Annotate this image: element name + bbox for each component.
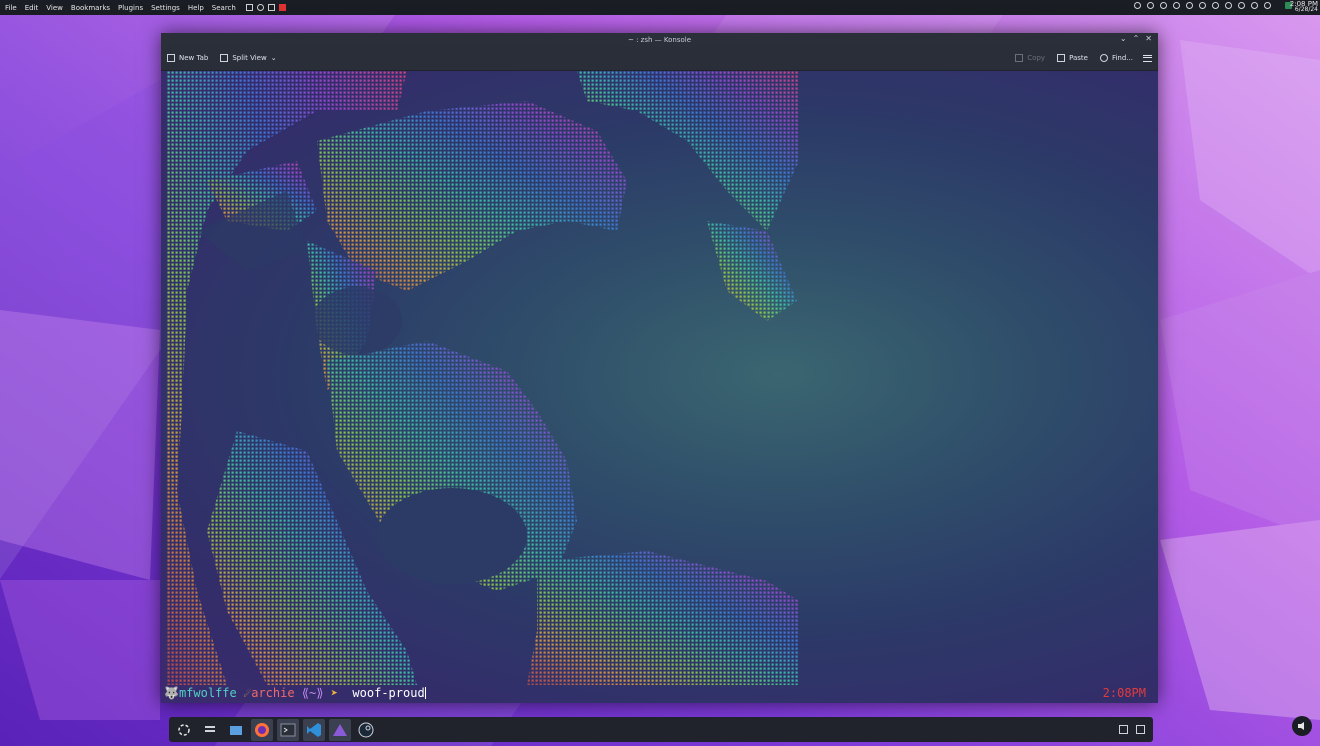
konsole-toolbar: New Tab Split View ⌄ Copy Paste Find...: [161, 46, 1158, 71]
menu-view[interactable]: View: [46, 4, 63, 12]
moon-icon[interactable]: [1264, 2, 1271, 9]
taskbar-right: [1119, 725, 1153, 734]
menu-settings[interactable]: Settings: [151, 4, 180, 12]
global-menu: File Edit View Bookmarks Plugins Setting…: [0, 4, 236, 12]
menu-edit[interactable]: Edit: [25, 4, 39, 12]
display-icon[interactable]: [1225, 2, 1232, 9]
pager-icon: [205, 725, 215, 732]
system-tray: [1134, 2, 1292, 9]
minimize-icon[interactable]: ⌄: [1120, 34, 1127, 43]
konsole-button[interactable]: [277, 718, 299, 741]
menu-bookmarks[interactable]: Bookmarks: [71, 4, 110, 12]
maximize-icon[interactable]: ⌃: [1133, 34, 1140, 43]
prompt-right-time: 2:08PM: [1102, 686, 1146, 700]
menu-help[interactable]: Help: [188, 4, 204, 12]
power-icon[interactable]: [1251, 2, 1258, 9]
new-tab-label: New Tab: [179, 54, 209, 62]
record-icon[interactable]: [1147, 2, 1154, 9]
menu-file[interactable]: File: [5, 4, 17, 12]
pen-icon[interactable]: [245, 4, 253, 11]
steam-button[interactable]: [355, 719, 377, 741]
menu-search[interactable]: Search: [212, 4, 236, 12]
prompt-host: archie: [251, 686, 295, 700]
quick-launch: [245, 4, 286, 11]
find-label: Find...: [1111, 54, 1133, 62]
brightness-icon[interactable]: [1173, 2, 1180, 9]
copy-label: Copy: [1027, 54, 1046, 62]
search-icon[interactable]: [1160, 2, 1167, 9]
network-icon[interactable]: [1212, 2, 1219, 9]
window-controls: ⌄ ⌃ ✕: [1120, 34, 1152, 43]
text-cursor: [424, 687, 426, 699]
prompt-user: mfwolffe: [178, 686, 237, 700]
steam-icon: [358, 722, 374, 737]
clock-date: 6/28/24: [1294, 6, 1318, 13]
paste-label: Paste: [1069, 54, 1088, 62]
split-view-icon: [220, 54, 229, 62]
prompt-host-icon: ☄: [243, 686, 252, 700]
search-icon: [1099, 54, 1108, 62]
volume-icon[interactable]: [1186, 2, 1193, 9]
pager-button[interactable]: [199, 719, 221, 741]
hamburger-menu-icon[interactable]: [1143, 54, 1152, 62]
notification-icon[interactable]: [1134, 2, 1141, 9]
pdf-icon[interactable]: [278, 4, 286, 11]
paste-button[interactable]: Paste: [1051, 54, 1094, 62]
ascii-art-image: [167, 71, 799, 685]
split-view-label: Split View: [232, 54, 267, 62]
menu-plugins[interactable]: Plugins: [118, 4, 143, 12]
vectorizer-icon: [333, 723, 347, 736]
terminal-area[interactable]: 🐺 mfwolffe ☄ archie ⟪~⟫ ➤ woof-proud 2:0…: [161, 71, 1158, 703]
close-icon[interactable]: ✕: [1145, 34, 1152, 43]
prompt-command: woof-proud: [352, 686, 425, 700]
firefox-icon: [255, 722, 269, 737]
copy-button[interactable]: Copy: [1009, 54, 1051, 62]
volume-button[interactable]: [1292, 716, 1312, 736]
konsole-icon: [280, 723, 296, 736]
copy-icon: [1015, 54, 1024, 62]
window-titlebar[interactable]: ~ : zsh — Konsole ⌄ ⌃ ✕: [161, 33, 1158, 46]
paste-icon: [1057, 54, 1066, 62]
circle-icon[interactable]: [256, 4, 264, 11]
new-tab-button[interactable]: New Tab: [161, 54, 214, 62]
bluetooth-icon[interactable]: [1199, 2, 1206, 9]
file-manager-button[interactable]: [225, 719, 247, 741]
new-tab-icon: [167, 54, 175, 62]
app-launcher-icon: [178, 723, 190, 736]
updates-icon[interactable]: [1238, 2, 1245, 9]
taskbar: [169, 717, 1153, 742]
prompt-directory: ⟪~⟫: [301, 686, 324, 700]
overview-icon[interactable]: [1136, 725, 1145, 734]
find-button[interactable]: Find...: [1094, 54, 1139, 62]
clock[interactable]: 2:08 PM 6/28/24: [1290, 1, 1318, 13]
shell-prompt[interactable]: 🐺 mfwolffe ☄ archie ⟪~⟫ ➤ woof-proud 2:0…: [164, 685, 1154, 701]
toolbar-right: Copy Paste Find...: [1009, 54, 1158, 62]
prompt-arrow-icon: ➤: [330, 686, 338, 700]
clipboard-icon[interactable]: [267, 4, 275, 11]
app-launcher-button[interactable]: [173, 719, 195, 741]
firefox-button[interactable]: [251, 718, 273, 741]
prompt-user-icon: 🐺: [164, 686, 179, 700]
top-panel: File Edit View Bookmarks Plugins Setting…: [0, 0, 1320, 15]
konsole-window: ~ : zsh — Konsole ⌄ ⌃ ✕ New Tab Split Vi…: [161, 33, 1158, 703]
vscode-icon: [307, 722, 321, 737]
show-desktop-icon[interactable]: [1119, 725, 1128, 734]
chevron-down-icon: ⌄: [270, 54, 277, 62]
speaker-icon: [1298, 722, 1304, 730]
file-manager-icon: [230, 725, 242, 735]
split-view-button[interactable]: Split View ⌄: [214, 54, 282, 62]
vscode-button[interactable]: [303, 718, 325, 741]
window-title: ~ : zsh — Konsole: [627, 35, 692, 44]
vectorizer-button[interactable]: [329, 718, 351, 741]
